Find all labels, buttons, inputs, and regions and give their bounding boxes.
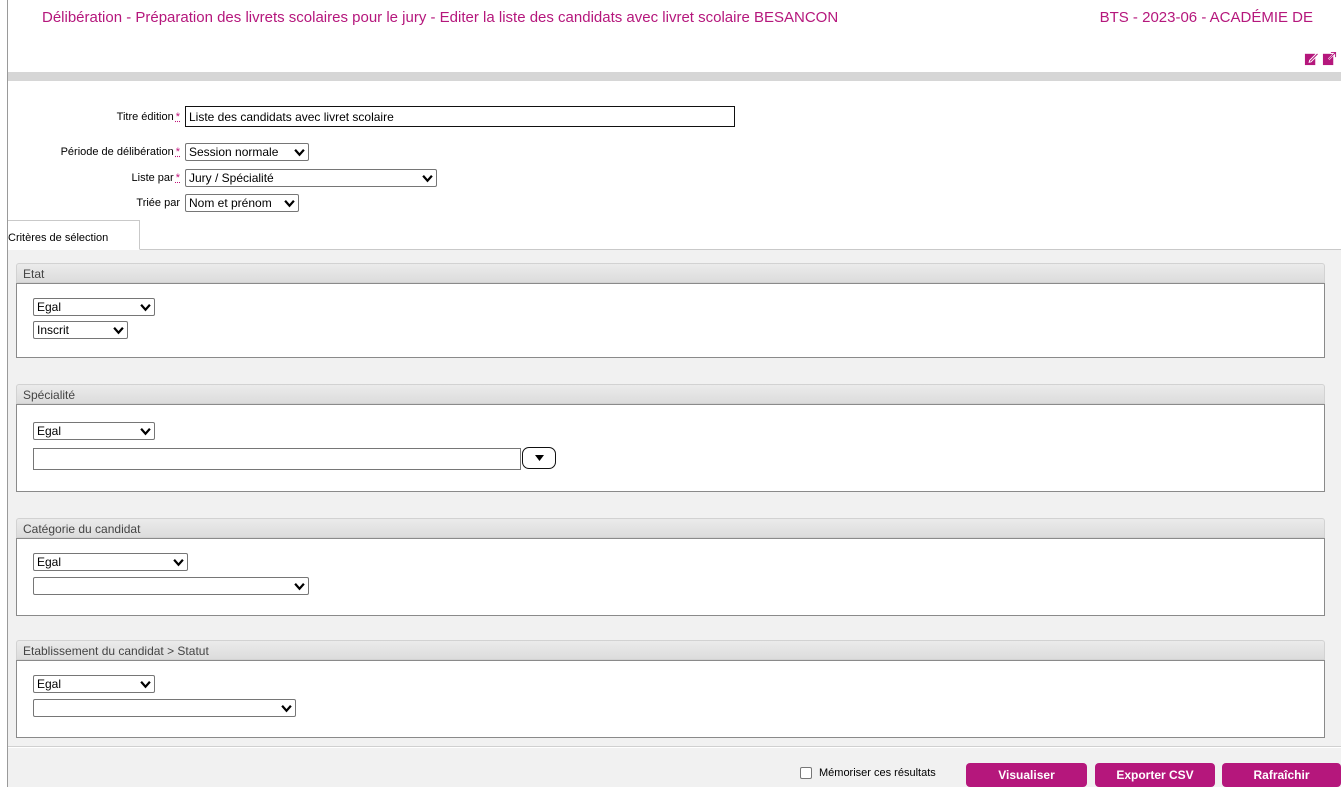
- rafraichir-button[interactable]: Rafraîchir: [1222, 763, 1341, 787]
- categorie-value-select[interactable]: [33, 577, 309, 595]
- periode-row: Période de délibération * Session normale: [0, 143, 309, 161]
- criteria-categorie-title: Catégorie du candidat: [16, 518, 1325, 538]
- action-footer: Mémoriser ces résultats Visualiser Expor…: [8, 748, 1341, 787]
- liste-par-select[interactable]: Jury / Spécialité: [185, 169, 437, 187]
- triee-par-label: Triée par: [136, 197, 180, 209]
- criteria-panel-area: Etat Egal Inscrit Spécialité Egal Catégo…: [8, 250, 1341, 747]
- periode-label: Période de délibération *: [60, 146, 180, 158]
- remember-results-checkbox[interactable]: [800, 767, 812, 779]
- tab-bar: Critères de sélection: [8, 220, 1341, 250]
- chevron-down-icon: [173, 559, 184, 567]
- specialite-dropdown-button[interactable]: [522, 447, 556, 469]
- criteria-specialite: Spécialité Egal: [16, 384, 1325, 492]
- chevron-down-icon: [140, 304, 151, 312]
- chevron-down-icon: [294, 583, 305, 591]
- etat-operator-select[interactable]: Egal: [33, 298, 155, 316]
- titre-label: Titre édition *: [116, 110, 180, 123]
- criteria-etablissement-body: Egal: [16, 660, 1325, 738]
- tab-criteres-selection[interactable]: Critères de sélection: [8, 220, 140, 250]
- exporter-csv-button[interactable]: Exporter CSV: [1095, 763, 1215, 787]
- chevron-down-icon: [113, 327, 124, 335]
- liste-par-row: Liste par * Jury / Spécialité: [0, 169, 437, 187]
- criteria-etat-title: Etat: [16, 263, 1325, 283]
- chevron-down-icon: [140, 681, 151, 689]
- triee-par-select[interactable]: Nom et prénom: [185, 194, 299, 212]
- page-header: Délibération - Préparation des livrets s…: [8, 0, 1341, 72]
- chevron-down-icon: [422, 175, 433, 183]
- remember-results-label: Mémoriser ces résultats: [819, 767, 936, 779]
- criteria-etablissement-title: Etablissement du candidat > Statut: [16, 640, 1325, 660]
- edit-icon[interactable]: [1304, 51, 1319, 66]
- etablissement-operator-select[interactable]: Egal: [33, 675, 155, 693]
- criteria-etat-body: Egal Inscrit: [16, 283, 1325, 358]
- chevron-down-icon: [294, 149, 305, 157]
- remember-results: Mémoriser ces résultats: [800, 767, 936, 779]
- specialite-combo-input[interactable]: [33, 448, 521, 470]
- criteria-etablissement: Etablissement du candidat > Statut Egal: [16, 640, 1325, 738]
- page-title: Délibération - Préparation des livrets s…: [42, 9, 839, 26]
- etablissement-value-select[interactable]: [33, 699, 296, 717]
- triee-par-row: Triée par Nom et prénom: [0, 194, 299, 212]
- chevron-down-icon: [281, 705, 292, 713]
- liste-par-label: Liste par *: [131, 172, 180, 184]
- titre-row: Titre édition *: [0, 106, 735, 127]
- visualiser-button[interactable]: Visualiser: [966, 763, 1087, 787]
- criteria-etat: Etat Egal Inscrit: [16, 263, 1325, 358]
- header-separator: [8, 72, 1341, 81]
- etat-value-select[interactable]: Inscrit: [33, 321, 128, 339]
- external-link-icon[interactable]: [1322, 51, 1337, 66]
- categorie-operator-select[interactable]: Egal: [33, 553, 188, 571]
- criteria-specialite-body: Egal: [16, 404, 1325, 492]
- specialite-operator-select[interactable]: Egal: [33, 422, 155, 440]
- chevron-down-icon: [284, 200, 295, 208]
- header-actions: [1304, 51, 1337, 66]
- criteria-categorie: Catégorie du candidat Egal: [16, 518, 1325, 616]
- periode-select[interactable]: Session normale: [185, 143, 309, 161]
- titre-edition-input[interactable]: [185, 106, 735, 127]
- chevron-down-icon: [140, 428, 151, 436]
- caret-down-icon: [534, 455, 544, 461]
- criteria-specialite-title: Spécialité: [16, 384, 1325, 404]
- criteria-categorie-body: Egal: [16, 538, 1325, 616]
- exam-context: BTS - 2023-06 - ACADÉMIE DE: [1099, 9, 1313, 26]
